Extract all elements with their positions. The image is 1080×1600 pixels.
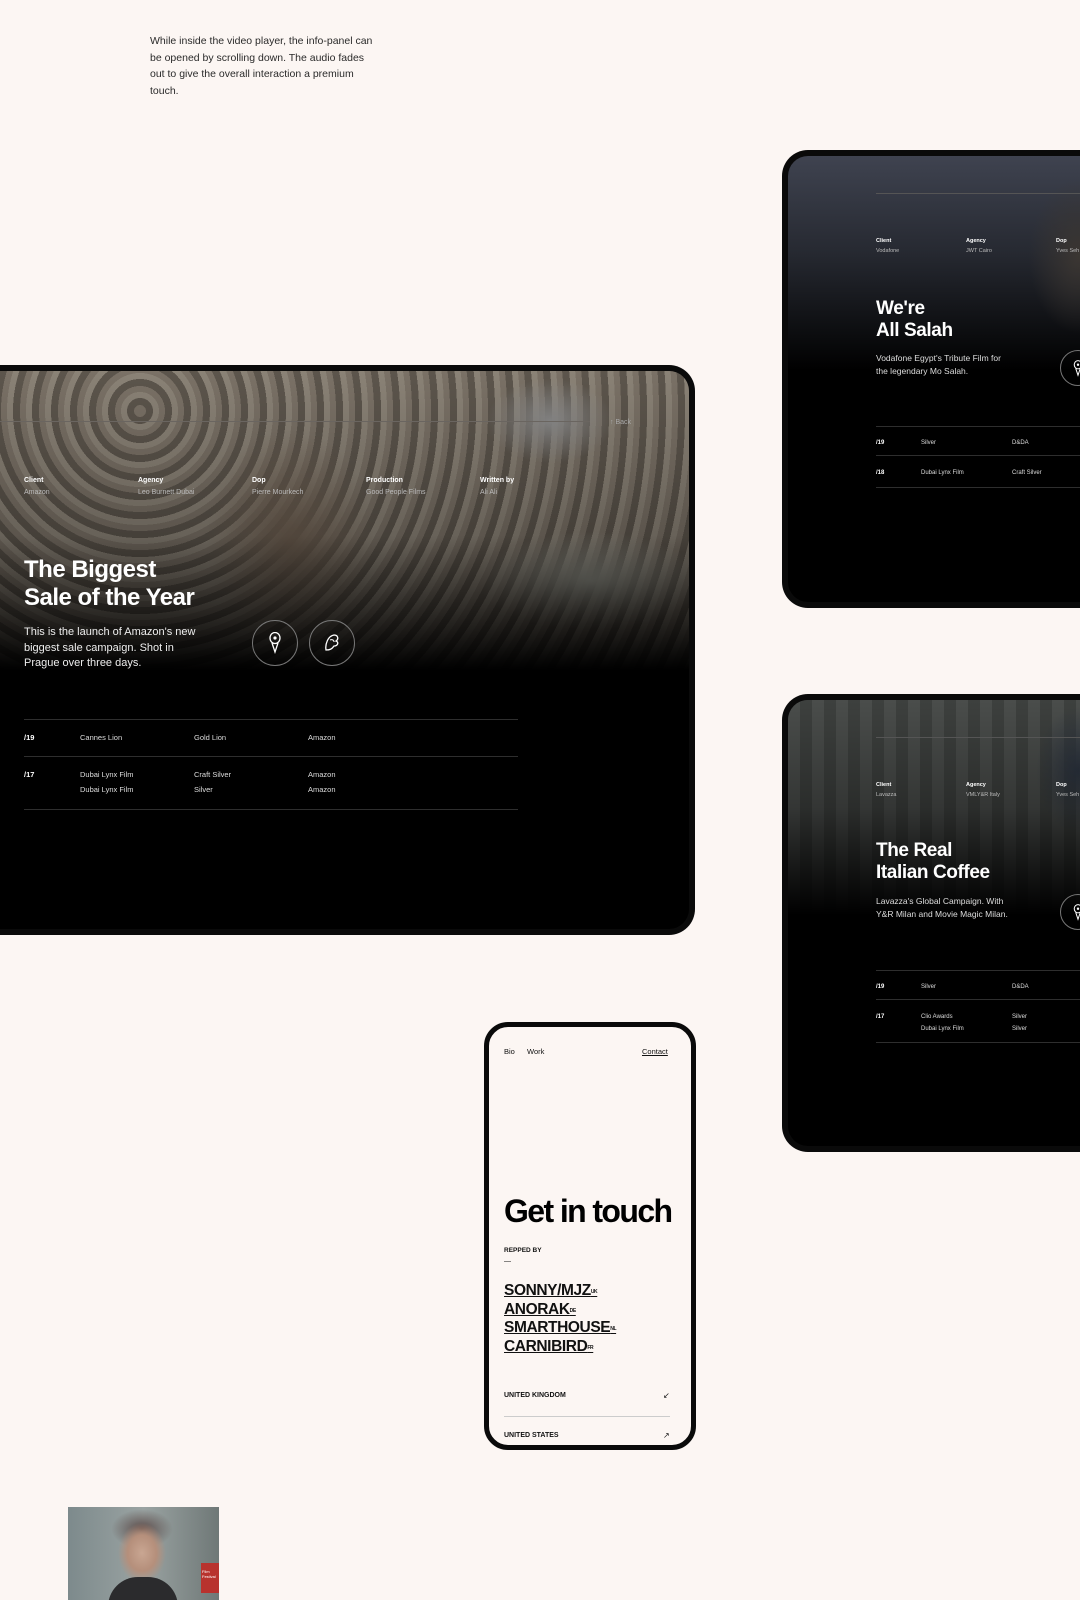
- award-trophy-icon[interactable]: [252, 620, 298, 666]
- nav-bio[interactable]: Bio: [504, 1047, 515, 1056]
- meta-dop: Dop Yves Seh: [1056, 782, 1080, 798]
- festival-badge: Film Festival: [201, 1563, 219, 1593]
- divider: [876, 193, 1080, 194]
- contact-heading: Get in touch: [504, 1193, 673, 1229]
- divider: [876, 1042, 1080, 1043]
- nav-contact[interactable]: Contact: [642, 1047, 668, 1056]
- agency-link[interactable]: ANORAKDE: [504, 1301, 616, 1320]
- agency-list: SONNY/MJZUK ANORAKDE SMARTHOUSENL CARNIB…: [504, 1282, 617, 1357]
- portrait-thumbnail[interactable]: Film Festival: [68, 1507, 219, 1600]
- divider: [876, 487, 1080, 488]
- divider: [876, 970, 1080, 971]
- meta-agency: Agency VMLY&R Italy: [966, 782, 1000, 798]
- meta-client: Client Vodafone: [876, 238, 900, 254]
- divider: [876, 999, 1080, 1000]
- repped-label: REPPED BY: [504, 1247, 542, 1254]
- region-us[interactable]: UNITED STATES: [504, 1432, 559, 1439]
- agency-link[interactable]: SONNY/MJZUK: [504, 1282, 616, 1301]
- agency-link[interactable]: SMARTHOUSENL: [504, 1319, 617, 1338]
- meta-dop: Dop Pierre Mourkech: [252, 477, 304, 496]
- intro-text: While inside the video player, the info-…: [150, 35, 373, 97]
- meta-production: Production Good People Films: [366, 477, 426, 496]
- project-title: The Biggest Sale of the Year: [24, 556, 195, 611]
- meta-agency: Agency JWT Cairo: [966, 238, 992, 254]
- project-player-amazon: ↑ Back Client Amazon Agency Leo Burnett Du…: [0, 365, 695, 935]
- mobile-contact-screen: Bio Work Contact Get in touch REPPED BY …: [484, 1022, 696, 1450]
- agency-link[interactable]: CARNIBIRDFR: [504, 1338, 616, 1357]
- dash: —: [504, 1258, 511, 1265]
- project-title: We're All Salah: [876, 298, 953, 341]
- region-uk[interactable]: UNITED KINGDOM: [504, 1392, 566, 1399]
- divider: [24, 809, 518, 810]
- project-player-lavazza: Client Lavazza Agency VMLY&R Italy Dop Yves…: [782, 694, 1080, 1152]
- meta-written-by: Written by Ali Ali: [480, 477, 515, 496]
- divider: [504, 1416, 670, 1417]
- cannes-lion-icon[interactable]: [309, 620, 355, 666]
- project-description: This is the launch of Amazon's new bigge…: [24, 626, 196, 669]
- meta-dop: Dop Yves Seh: [1056, 238, 1080, 254]
- arrow-down-left-icon[interactable]: ↙: [663, 1391, 670, 1400]
- divider: [24, 756, 518, 757]
- project-player-vodafone: Client Vodafone Agency JWT Cairo Dop Yves S…: [782, 150, 1080, 608]
- divider: [0, 421, 590, 422]
- shirt: [108, 1577, 178, 1600]
- nav-work[interactable]: Work: [527, 1047, 544, 1056]
- divider: [876, 737, 1080, 738]
- meta-client: Client Lavazza: [876, 782, 897, 798]
- meta-agency: Agency Leo Burnett Dubai: [138, 477, 195, 496]
- arrow-up-right-icon[interactable]: ↗: [663, 1431, 670, 1440]
- meta-client: Client Amazon: [24, 477, 50, 496]
- project-title: The Real Italian Coffee: [876, 840, 990, 883]
- back-link[interactable]: ↑ Back: [610, 419, 631, 426]
- divider: [876, 455, 1080, 456]
- project-description: Lavazza's Global Campaign. With Y&R Mila…: [876, 896, 1008, 919]
- divider: [24, 719, 518, 720]
- project-description: Vodafone Egypt's Tribute Film for the le…: [876, 353, 1001, 376]
- divider: [876, 426, 1080, 427]
